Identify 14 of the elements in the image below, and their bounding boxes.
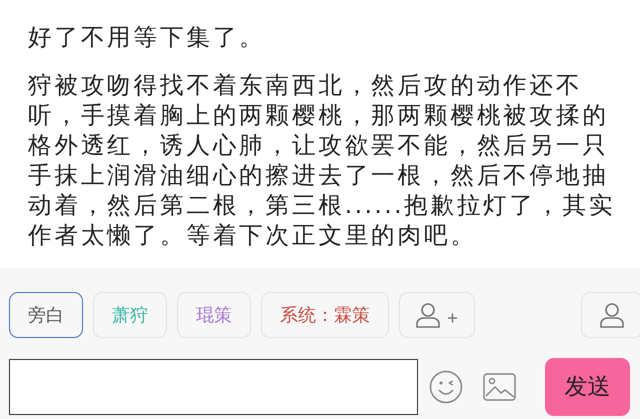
image-icon[interactable] — [483, 373, 516, 401]
person-icon — [598, 300, 626, 330]
add-person-icon — [414, 300, 460, 330]
emoji-icon[interactable] — [429, 370, 463, 404]
profile-button[interactable] — [581, 292, 640, 338]
add-role-button[interactable] — [399, 292, 475, 338]
send-button[interactable]: 发送 — [545, 358, 630, 416]
message-input[interactable] — [9, 359, 418, 415]
role-chip[interactable]: 旁白 — [9, 292, 83, 338]
role-chip[interactable]: 系统：霖策 — [261, 292, 389, 338]
role-chip[interactable]: 琨策 — [177, 292, 251, 338]
message-text: 狩被攻吻得找不着东南西北，然后攻的动作还不听，手摸着胸上的两颗樱桃，那两颗樱桃被攻揉的格外透红，诱人心肺，让攻欲罢不能，然后另一只手抹上润滑油细心的擦进去了一根，然后不停地抽动着，然后第二根，第三根......抱歉拉灯了，其实作者太懒了。等着下次正文里的肉吧。 — [28, 70, 616, 250]
message-text: 好了不用等下集了。 — [28, 22, 267, 52]
role-chip[interactable]: 萧狩 — [93, 292, 167, 338]
